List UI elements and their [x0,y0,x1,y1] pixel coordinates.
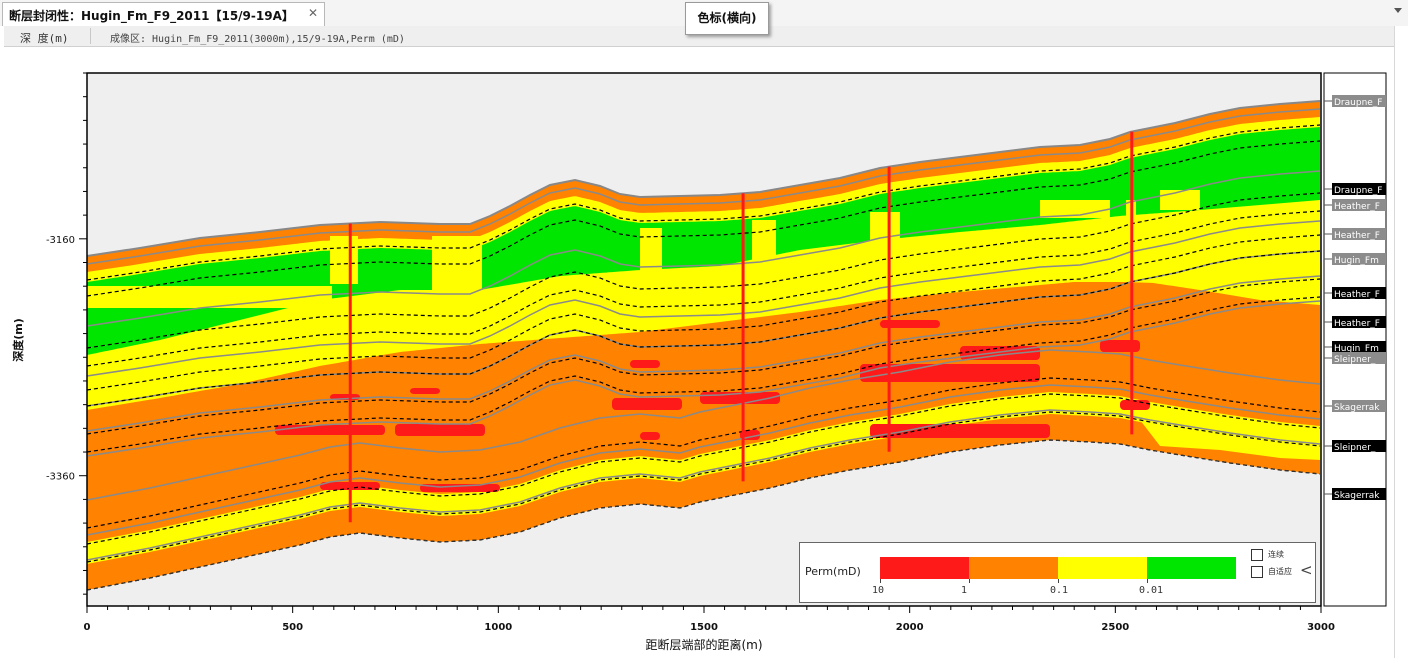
y-axis-label: 深度(m) [11,318,25,362]
formation-label: Sleipner_ [1334,443,1376,453]
red-streak [410,388,440,394]
yellow-patch [752,220,776,280]
formation-label: Heather_F [1334,290,1380,300]
formation-label: Sleipner_ [1334,355,1376,365]
x-tick-label: 0 [84,622,91,633]
y-tick-label: -3360 [46,472,75,483]
colorbar-legend[interactable]: Perm(mD) 10 1 0.1 0.01 连续 自适应 < [799,542,1316,603]
red-streak [275,425,385,435]
x-tick-label: 1000 [484,622,512,633]
formation-label: Heather_F [1334,319,1380,329]
yellow-patch [432,236,482,294]
colorbar-label: Perm(mD) [805,565,861,578]
colorbar-segment-orange [969,557,1058,579]
y-tick-label: -3160 [46,235,75,246]
colorbar-tooltip: 色标(横向) [685,2,769,35]
x-tick-label: 1500 [690,622,718,633]
formation-label: Draupne_F [1334,98,1382,108]
formation-label: Heather_F [1334,202,1380,212]
colorbar-segment-yellow [1058,557,1147,579]
x-tick-label: 2000 [896,622,924,633]
colorbar-tick-label: 10 [872,585,885,596]
x-tick-label: 500 [282,622,303,633]
x-tick-label: 2500 [1101,622,1129,633]
red-streak [612,398,682,410]
colorbar-tick-label: 1 [961,585,968,596]
yellow-patch [87,286,332,308]
red-streak [395,424,485,436]
adaptive-checkbox-label: 自适应 [1268,567,1292,576]
x-tick-label: 3000 [1307,622,1335,633]
colorbar-tick [969,579,970,583]
yellow-patch [330,236,358,284]
colorbar [880,557,1236,579]
formation-label: Hugin_Fm [1334,256,1379,266]
continuous-checkbox-label: 连续 [1268,550,1284,559]
adaptive-checkbox[interactable] [1251,566,1263,578]
colorbar-tick-label: 0.1 [1050,585,1069,596]
formation-panel [1323,72,1387,607]
colorbar-tick [1147,579,1148,583]
colorbar-tick-label: 0.01 [1139,585,1164,596]
red-streak [640,432,660,440]
continuous-checkbox[interactable] [1251,549,1263,561]
red-streak [870,424,1050,438]
formation-label: Draupne_F [1334,186,1382,196]
formation-label: Heather_F [1334,231,1380,241]
colorbar-tick [1058,579,1059,583]
colorbar-segment-red [880,557,969,579]
colorbar-tick [880,579,881,583]
chevron-left-icon[interactable]: < [1300,561,1313,579]
formation-label: Skagerrak [1334,491,1380,501]
colorbar-segment-green [1147,557,1236,579]
red-streak [420,484,500,492]
yellow-patch [870,212,900,272]
formation-label: Skagerrak [1334,403,1380,413]
x-axis-label: 距断层端部的距离(m) [645,637,762,652]
red-streak [630,360,660,368]
yellow-patch [1160,190,1200,210]
red-streak [1100,340,1140,352]
